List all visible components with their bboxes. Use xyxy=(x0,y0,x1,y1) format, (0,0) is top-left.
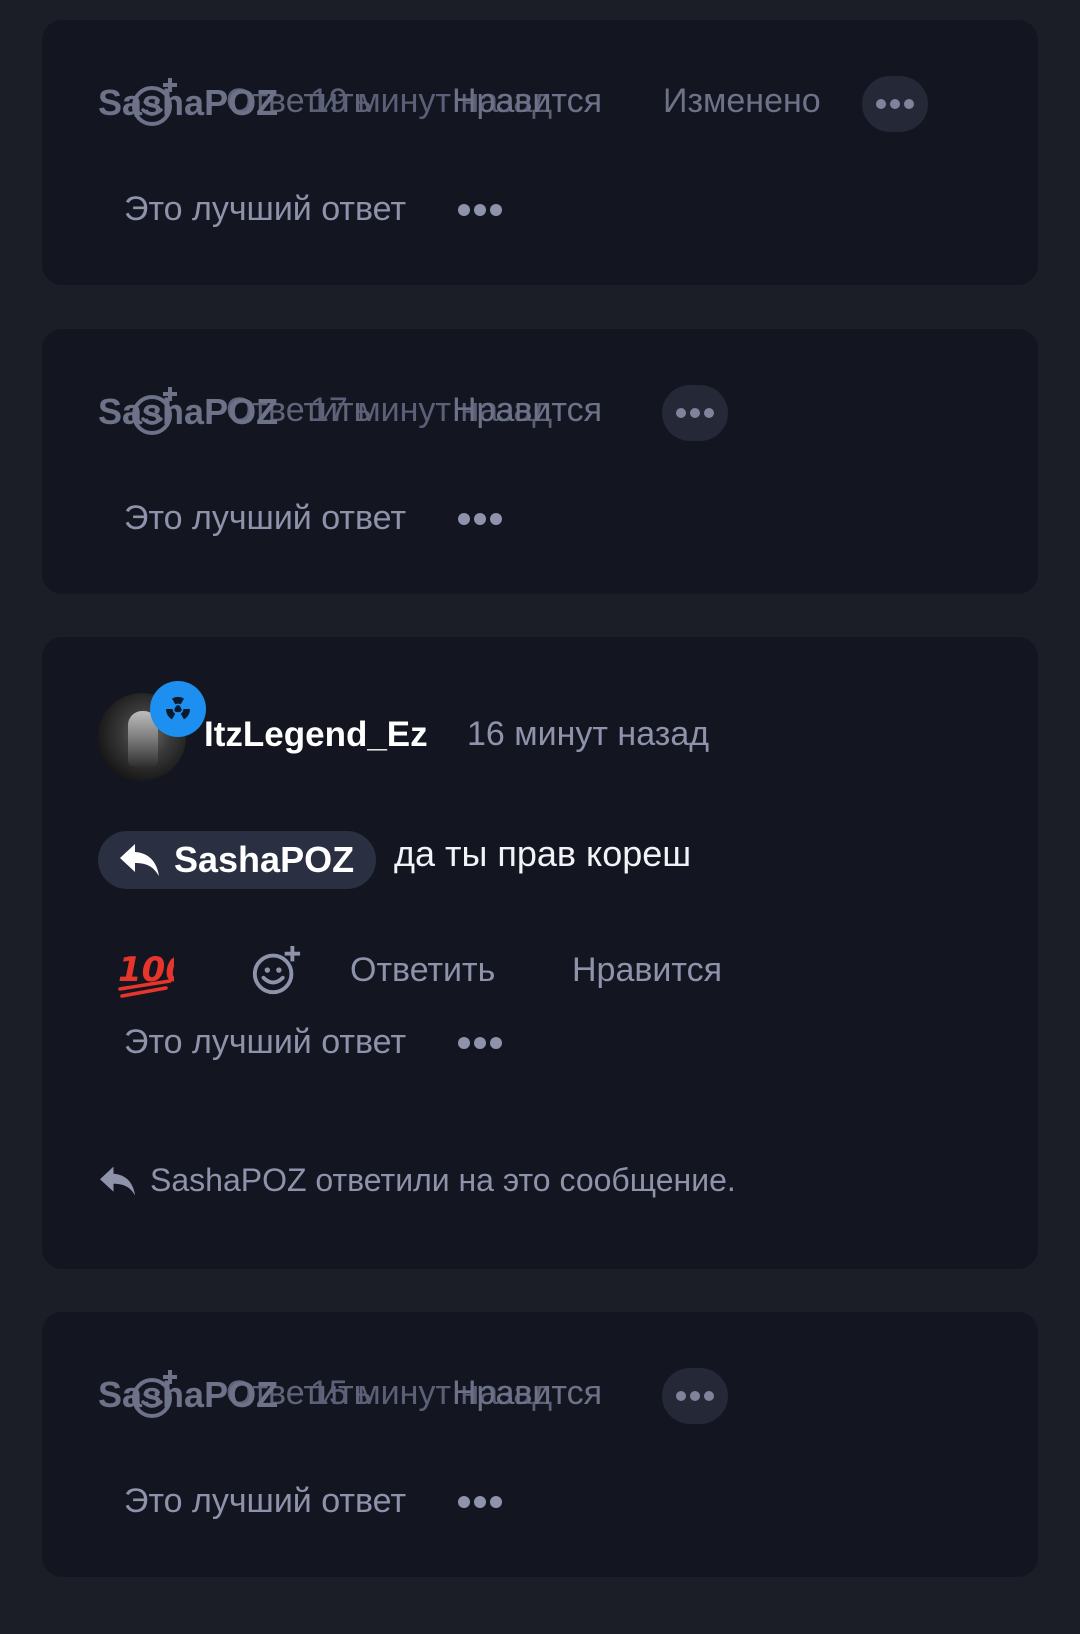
best-answer-row: Это лучший ответ xyxy=(124,190,503,229)
add-reaction-icon[interactable] xyxy=(128,1368,182,1422)
like-button[interactable]: Нравится xyxy=(452,391,602,430)
reply-to-name: SashaPOZ xyxy=(174,839,355,880)
reply-arrow-icon xyxy=(100,1166,136,1195)
hundred-points-icon[interactable]: 100 xyxy=(116,945,174,1003)
comment-author[interactable]: ItzLegend_Ez xyxy=(204,715,428,755)
comment-card: ItzLegend_Ez 16 минут назад SashaPOZ да … xyxy=(42,637,1038,1269)
more-icon[interactable] xyxy=(458,1495,503,1508)
reply-to-chip[interactable]: SashaPOZ xyxy=(98,831,377,889)
more-options-button[interactable] xyxy=(862,76,928,132)
comment-message: да ты прав кореш xyxy=(394,833,692,874)
like-button[interactable]: Нравится xyxy=(452,82,602,121)
comment-card: SashaPOZ Ответить 19 минут назад Нравитс… xyxy=(42,20,1038,285)
comment-time: 16 минут назад xyxy=(467,715,710,753)
reply-arrow-icon xyxy=(120,844,159,876)
replies-note-text: SashaPOZ ответили на это сообщение. xyxy=(150,1162,736,1198)
best-answer-button[interactable]: Это лучший ответ xyxy=(124,1023,406,1062)
best-answer-row: Это лучший ответ xyxy=(124,1023,503,1062)
reply-button[interactable]: Ответить xyxy=(350,951,495,990)
more-icon xyxy=(676,1391,714,1401)
like-button[interactable]: Нравится xyxy=(572,951,722,990)
best-answer-button[interactable]: Это лучший ответ xyxy=(124,190,406,229)
best-answer-row: Это лучший ответ xyxy=(124,499,503,538)
more-options-button[interactable] xyxy=(662,385,728,441)
like-button[interactable]: Нравится xyxy=(452,1374,602,1413)
comment-header: SashaPOZ Ответить 17 минут назад Нравитс… xyxy=(98,385,918,445)
edited-label: Изменено xyxy=(663,82,821,120)
avatar[interactable] xyxy=(98,681,206,785)
add-reaction-icon[interactable] xyxy=(250,945,302,997)
more-icon[interactable] xyxy=(458,512,503,525)
best-answer-row: Это лучший ответ xyxy=(124,1482,503,1521)
comment-card: SashaPOZ Ответить 15 минут назад Нравитс… xyxy=(42,1312,1038,1577)
more-icon[interactable] xyxy=(458,203,503,216)
more-icon xyxy=(676,408,714,418)
replies-indicator[interactable]: SashaPOZ ответили на это сообщение. xyxy=(98,1162,736,1199)
comment-header: SashaPOZ Ответить 15 минут назад Нравитс… xyxy=(98,1368,918,1428)
best-answer-button[interactable]: Это лучший ответ xyxy=(124,1482,406,1521)
add-reaction-icon[interactable] xyxy=(128,76,182,130)
more-icon[interactable] xyxy=(458,1036,503,1049)
comments-page: SashaPOZ Ответить 19 минут назад Нравитс… xyxy=(0,0,1080,1634)
add-reaction-icon[interactable] xyxy=(128,385,182,439)
more-options-button[interactable] xyxy=(662,1368,728,1424)
radioactive-icon xyxy=(150,681,206,737)
best-answer-button[interactable]: Это лучший ответ xyxy=(124,499,406,538)
more-icon xyxy=(876,99,914,109)
comment-card: SashaPOZ Ответить 17 минут назад Нравитс… xyxy=(42,329,1038,594)
comment-header: SashaPOZ Ответить 19 минут назад Нравитс… xyxy=(98,76,928,136)
